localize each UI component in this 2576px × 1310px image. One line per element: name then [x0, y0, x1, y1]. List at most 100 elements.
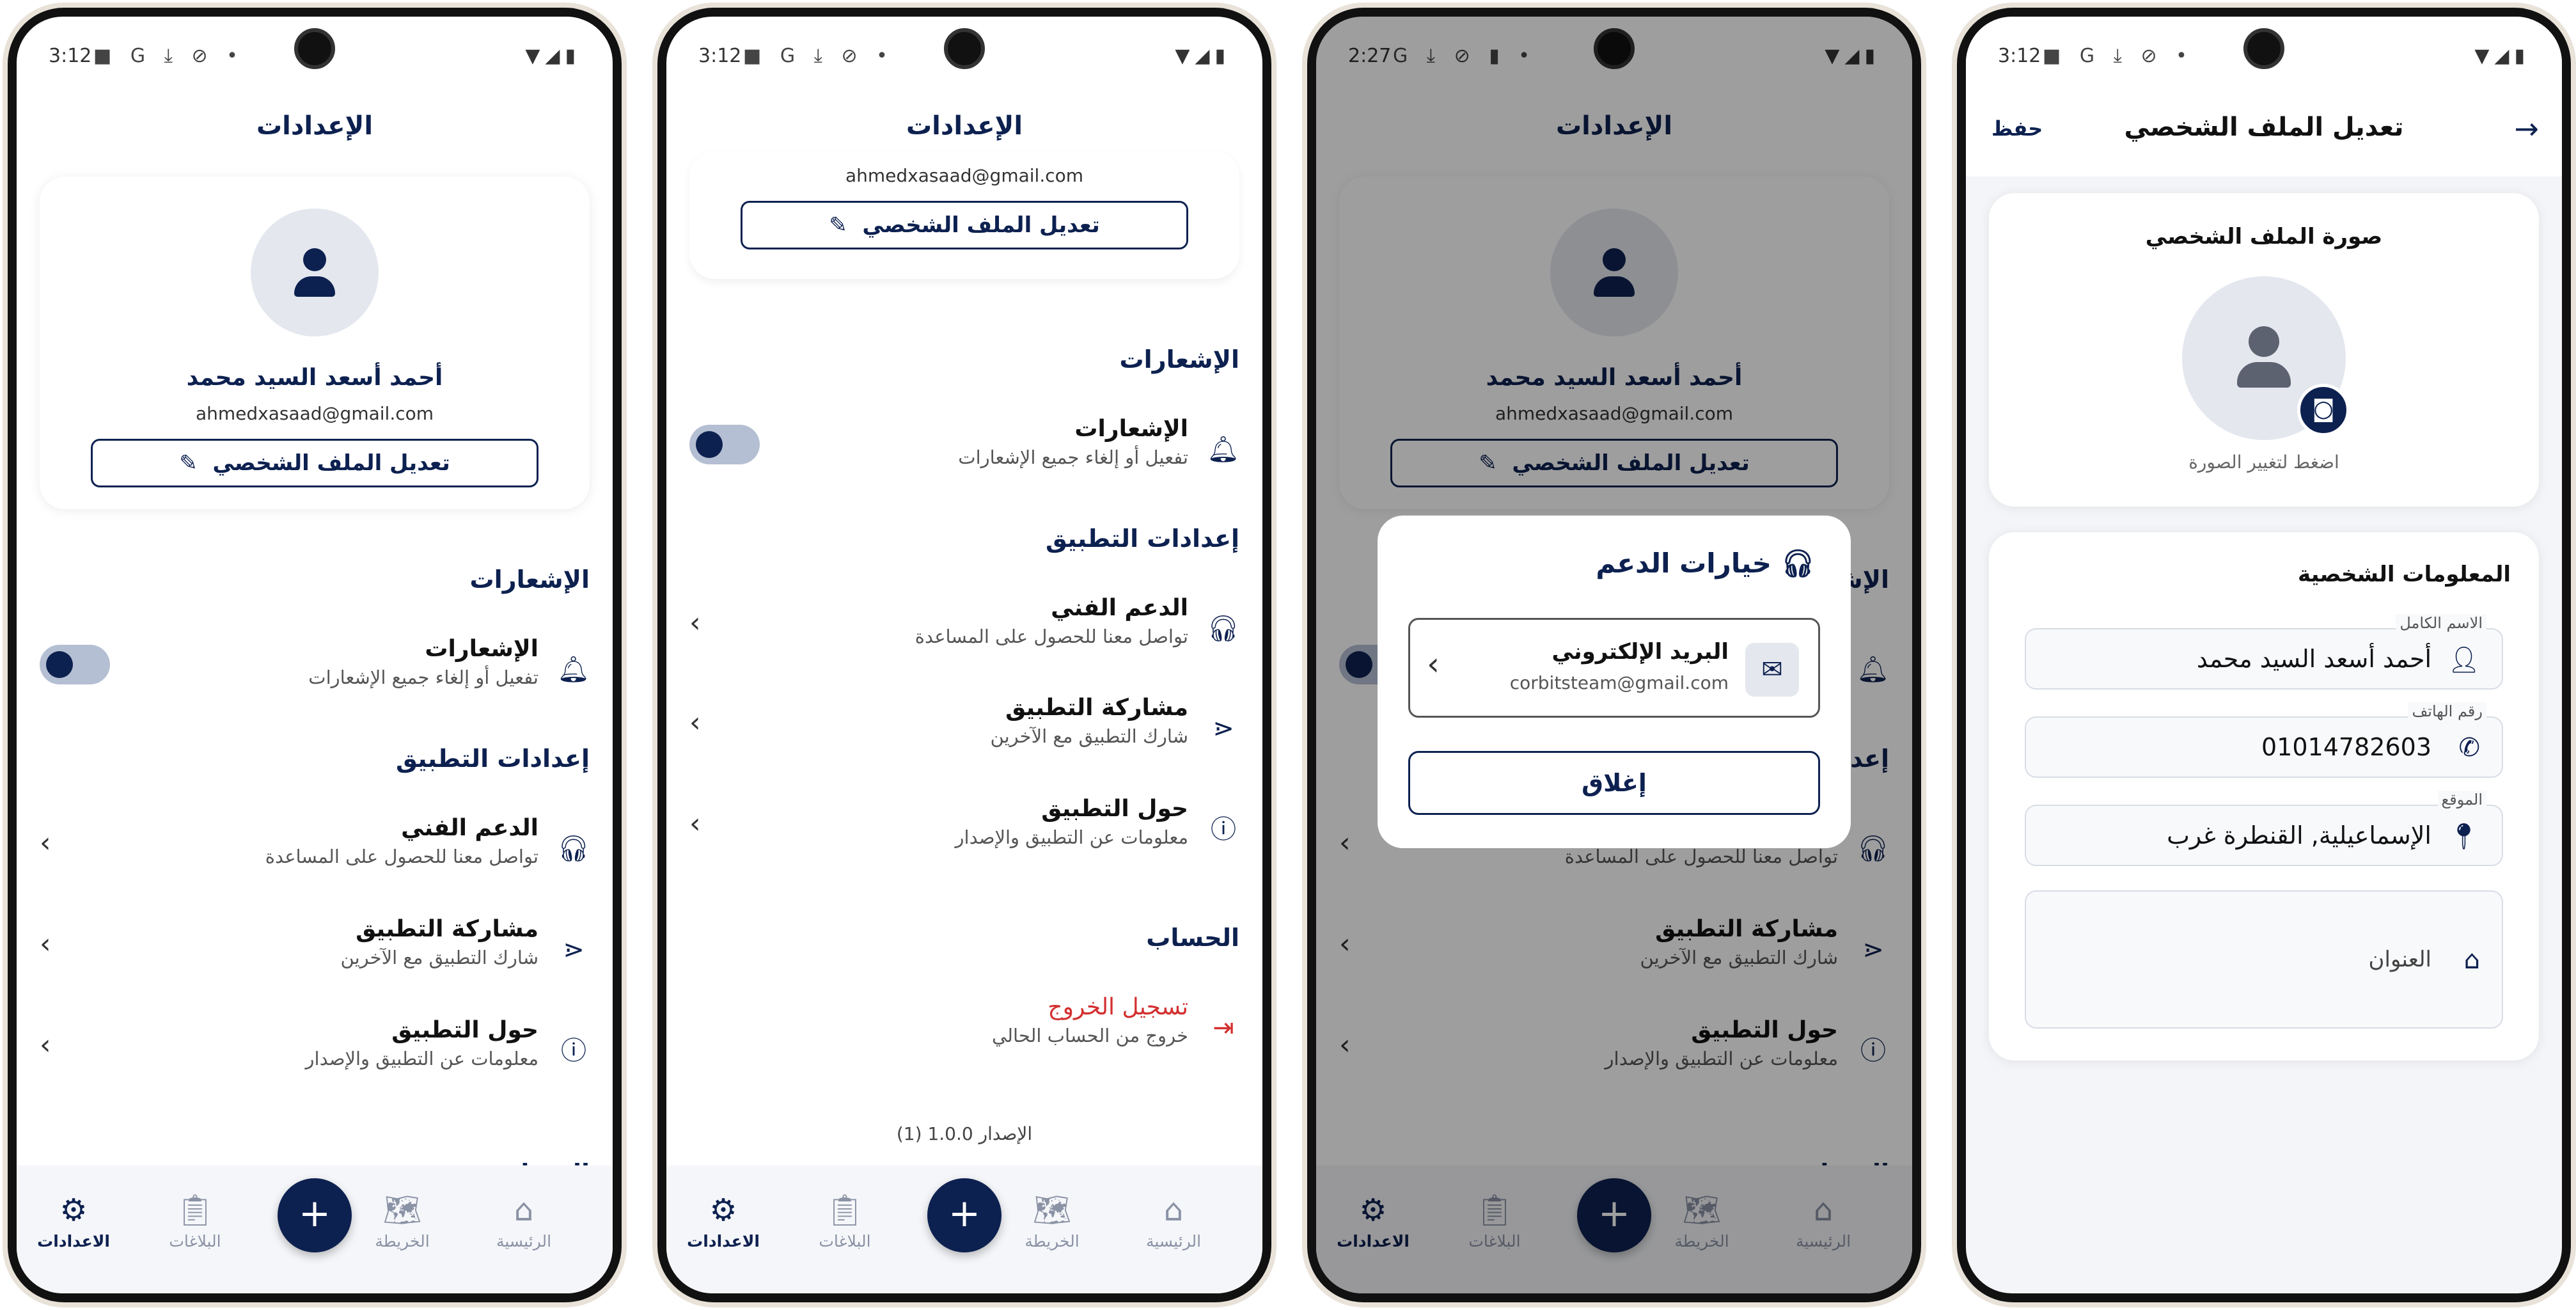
logout-icon: ⇥: [1213, 1013, 1234, 1043]
share-subtitle: شارك التطبيق مع الآخرين: [990, 725, 1188, 747]
app-bar: → تعديل الملف الشخصي حفظ: [1966, 93, 2562, 177]
phone-settings-2: 3:12 ■ G ⤓ ⊘ • ▼◢▮ الإعدادات ahmedxasaad…: [652, 3, 1276, 1307]
status-bar: 3:12 ■ G ⤓ ⊘ • ▼◢▮: [666, 17, 1262, 93]
support-row[interactable]: 🎧︎ الدعم الفني تواصل معنا للحصول على الم…: [40, 815, 590, 892]
status-time: 3:12: [698, 45, 742, 67]
screen: 3:12 ■ G ⤓ ⊘ • ▼◢▮ الإعدادات أحمد أسعد ا…: [17, 17, 613, 1293]
support-subtitle: تواصل معنا للحصول على المساعدة: [265, 846, 538, 867]
profile-card: أحمد أسعد السيد محمد ahmedxasaad@gmail.c…: [40, 177, 590, 509]
support-title: الدعم الفني: [401, 815, 538, 841]
address-placeholder: العنوان: [2368, 947, 2431, 972]
phone-label: رقم الهاتف: [2408, 702, 2486, 720]
notifications-subtitle: تفعيل أو إلغاء جميع الإشعارات: [958, 446, 1188, 468]
add-report-button[interactable]: +: [278, 1178, 352, 1252]
nav-home[interactable]: ⌂ الرئيسية: [476, 1191, 572, 1251]
status-icons-left: ■ G ⤓ ⊘ •: [743, 45, 894, 67]
bottom-nav: ⚙ الاعدادات 📋︎ البلاغات + 🗺︎ الخريطة ⌂ الرئي…: [17, 1165, 613, 1293]
edit-profile-button[interactable]: تعديل الملف الشخصي ✎: [91, 439, 538, 487]
notifications-section-title: الإشعارات: [469, 565, 590, 594]
personal-info-card: المعلومات الشخصية الاسم الكامل 👤︎ أحمد أ…: [1989, 532, 2539, 1061]
photo-hint: اضغط لتغيير الصورة: [2188, 452, 2339, 473]
nav-settings[interactable]: ⚙ الاعدادات: [675, 1191, 771, 1251]
profile-card-scrolled: ahmedxasaad@gmail.com تعديل الملف الشخصي…: [689, 151, 1239, 279]
status-icons-right: ▼◢▮: [525, 45, 581, 67]
phone-field[interactable]: رقم الهاتف ✆ 01014782603: [2025, 702, 2503, 778]
profile-name: أحمد أسعد السيد محمد: [186, 365, 443, 391]
chevron-left-icon: ‹: [40, 826, 51, 859]
notifications-subtitle: تفعيل أو إلغاء جميع الإشعارات: [308, 667, 538, 688]
nav-home[interactable]: ⌂ الرئيسية: [1126, 1191, 1221, 1251]
location-field[interactable]: الموقع 📍︎ الإسماعيلية, القنطرة غرب: [2025, 791, 2503, 866]
page-title: الإعدادات: [256, 111, 373, 141]
camera-hole: [944, 28, 985, 69]
status-icons-left: ■ G ⤓ ⊘ •: [93, 45, 244, 67]
support-subtitle: تواصل معنا للحصول على المساعدة: [915, 626, 1188, 647]
status-bar: 3:12 ■ G ⤓ ⊘ • ▼◢▮: [1966, 17, 2562, 93]
dialog-title: خيارات الدعم: [1596, 548, 1772, 579]
chevron-left-icon: ‹: [40, 927, 51, 960]
full-name-field[interactable]: الاسم الكامل 👤︎ أحمد أسعد السيد محمد: [2025, 614, 2503, 690]
logout-title: تسجيل الخروج: [1048, 994, 1188, 1020]
full-name-value: أحمد أسعد السيد محمد: [2196, 645, 2431, 673]
camera-hole: [2243, 28, 2284, 69]
support-row[interactable]: 🎧︎ الدعم الفني تواصل معنا للحصول على الم…: [689, 595, 1239, 672]
status-time: 3:12: [49, 45, 92, 67]
share-icon: ⋖: [1213, 714, 1234, 743]
chevron-left-icon: ‹: [689, 606, 701, 639]
email-support-option[interactable]: ✉ البريد الإلكتروني corbitsteam@gmail.co…: [1408, 618, 1820, 718]
add-report-button[interactable]: +: [927, 1178, 1001, 1252]
share-subtitle: شارك التطبيق مع الآخرين: [340, 947, 538, 968]
notifications-toggle[interactable]: [689, 425, 760, 464]
mail-icon: ✉: [1745, 643, 1799, 697]
share-title: مشاركة التطبيق: [1005, 695, 1188, 721]
phone-icon: ✆: [2458, 733, 2480, 762]
share-row[interactable]: ⋖ مشاركة التطبيق شارك التطبيق مع الآخرين…: [689, 695, 1239, 771]
notifications-title: الإشعارات: [425, 636, 538, 662]
status-time: 3:12: [1998, 45, 2041, 67]
camera-icon[interactable]: ◙: [2297, 384, 2350, 436]
clipboard-icon: 📋︎: [175, 1192, 215, 1228]
screen: 3:12 ■ G ⤓ ⊘ • ▼◢▮ الإعدادات ahmedxasaad…: [666, 17, 1262, 1293]
headset-icon: 🎧︎: [1207, 614, 1239, 643]
address-field[interactable]: ⌂ العنوان: [2025, 890, 2503, 1029]
phone-settings-1: 3:12 ■ G ⤓ ⊘ • ▼◢▮ الإعدادات أحمد أسعد ا…: [3, 3, 627, 1307]
phone-value: 01014782603: [2261, 733, 2431, 761]
home-icon: ⌂: [2463, 945, 2480, 975]
profile-email: ahmedxasaad@gmail.com: [845, 165, 1084, 186]
phone-support-dialog: 2:27 G ⤓ ⊘ ▮ • ▼◢▮ الإعدادات أحمد أسعد ا…: [1302, 3, 1926, 1307]
notifications-row: 🔔︎ الإشعارات تفعيل أو إلغاء جميع الإشعار…: [689, 416, 1239, 493]
location-label: الموقع: [2437, 791, 2486, 809]
save-button[interactable]: حفظ: [1991, 116, 2043, 141]
notifications-toggle[interactable]: [40, 645, 110, 684]
edit-profile-label: تعديل الملف الشخصي: [212, 450, 450, 476]
map-icon: 🗺︎: [382, 1192, 422, 1228]
share-icon: ⋖: [563, 935, 585, 965]
close-dialog-button[interactable]: إغلاق: [1408, 751, 1820, 815]
location-icon: 📍︎: [2447, 822, 2480, 851]
nav-reports[interactable]: 📋︎ البلاغات: [797, 1191, 893, 1251]
nav-settings[interactable]: ⚙ الاعدادات: [26, 1191, 122, 1251]
about-row[interactable]: ⓘ حول التطبيق معلومات عن التطبيق والإصدا…: [40, 1017, 590, 1094]
about-title: حول التطبيق: [1041, 796, 1188, 822]
status-icons-right: ▼◢▮: [2474, 45, 2530, 67]
nav-reports[interactable]: 📋︎ البلاغات: [147, 1191, 243, 1251]
headset-icon: 🎧︎: [557, 834, 590, 864]
page-title: تعديل الملف الشخصي: [2124, 113, 2404, 142]
chevron-left-icon: ‹: [40, 1029, 51, 1061]
info-icon: ⓘ: [561, 1036, 586, 1066]
edit-profile-button[interactable]: تعديل الملف الشخصي ✎: [741, 201, 1188, 249]
support-title: الدعم الفني: [1051, 595, 1188, 621]
share-row[interactable]: ⋖ مشاركة التطبيق شارك التطبيق مع الآخرين…: [40, 916, 590, 993]
app-settings-section-title: إعدادات التطبيق: [1046, 525, 1239, 553]
logout-row[interactable]: ⇥ تسجيل الخروج خروج من الحساب الحالي: [689, 994, 1239, 1071]
version-text: الإصدار 1.0.0 (1): [896, 1123, 1033, 1144]
logout-subtitle: خروج من الحساب الحالي: [992, 1025, 1188, 1046]
about-row[interactable]: ⓘ حول التطبيق معلومات عن التطبيق والإصدا…: [689, 796, 1239, 872]
nav-map[interactable]: 🗺︎ الخريطة: [1004, 1191, 1100, 1251]
close-label: إغلاق: [1582, 769, 1647, 797]
nav-map[interactable]: 🗺︎ الخريطة: [354, 1191, 450, 1251]
map-icon: 🗺︎: [1032, 1192, 1072, 1228]
email-option-address: corbitsteam@gmail.com: [1509, 672, 1729, 693]
screen: 2:27 G ⤓ ⊘ ▮ • ▼◢▮ الإعدادات أحمد أسعد ا…: [1316, 17, 1912, 1293]
email-option-title: البريد الإلكتروني: [1551, 639, 1729, 665]
